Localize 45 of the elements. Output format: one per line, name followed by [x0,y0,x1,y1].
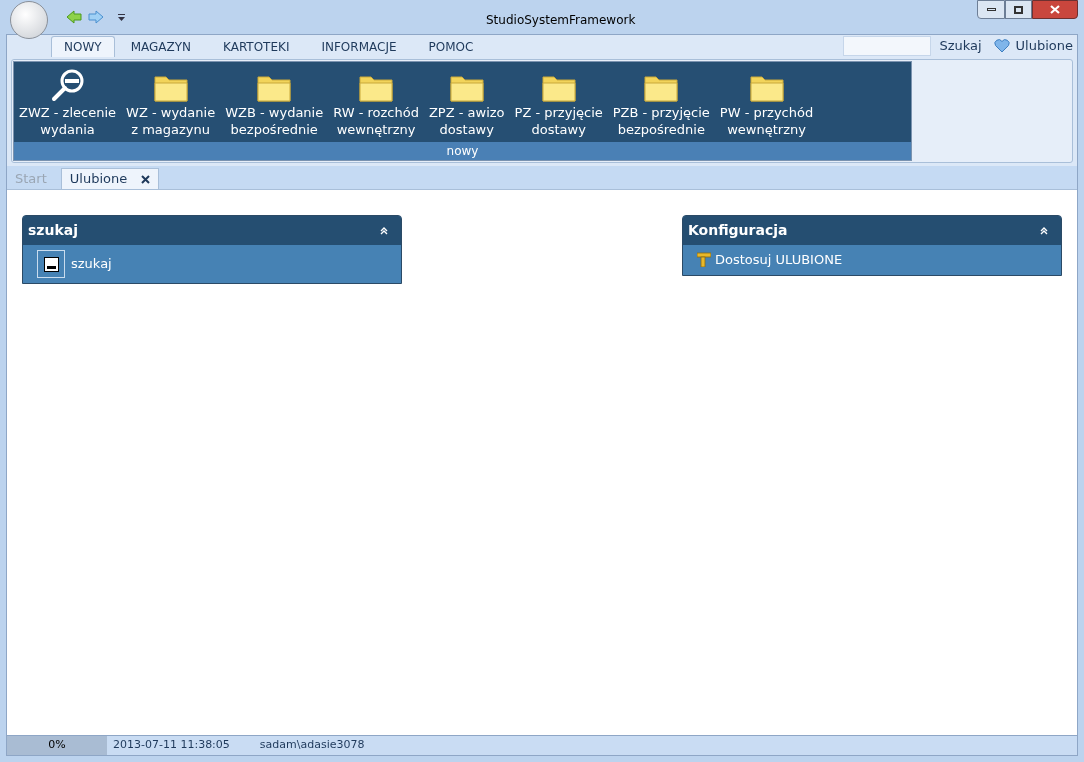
ribbon-button[interactable]: PZ - przyjęcie dostawy [509,62,608,142]
folder-icon [359,74,394,102]
ribbon-tab[interactable]: KARTOTEKI [207,36,306,57]
maximize-button[interactable] [1005,0,1032,19]
heart-icon [993,39,1010,53]
search-button[interactable]: Szukaj [939,36,982,56]
collapse-icon[interactable] [380,226,388,235]
close-icon [1050,5,1060,14]
folder-icon [644,74,679,102]
document-tab[interactable]: Ulubione [60,168,160,189]
folder-icon [449,74,484,102]
close-button[interactable] [1032,0,1078,19]
panel-title: Konfiguracja [688,221,788,240]
panel-title: szukaj [28,221,78,240]
dropdown-icon[interactable] [118,13,125,21]
progress-reading: 0% [48,737,66,754]
ribbon-button[interactable]: ZPZ - awizo dostawy [423,62,510,142]
folder-icon [153,74,188,102]
ribbon-tab[interactable]: POMOC [412,36,490,57]
ribbon-group-label: nowy [14,142,911,160]
ribbon-tab[interactable]: NOWY [51,36,115,57]
status-user: sadam\adasie3078 [259,737,365,754]
folder-icon [749,74,784,102]
square-icon [37,250,65,278]
ribbon-button[interactable]: PZB - przyjęcie bezpośrednie [607,62,715,142]
window-title: StudioSystemFramework [486,12,636,29]
minimize-button[interactable] [977,0,1005,19]
panel-link[interactable]: Dostosuj ULUBIONE [697,250,1047,270]
folder-icon [257,74,292,102]
ribbon-button[interactable]: WZB - wydanie bezpośrednie [220,62,329,142]
ribbon-tab[interactable]: MAGAZYN [114,36,207,57]
folder-icon [541,74,576,102]
ribbon-button[interactable]: PW - przychód wewnętrzny [714,62,819,142]
ribbon-button[interactable]: ZWZ - zlecenie wydania [14,62,122,142]
status-datetime: 2013-07-11 11:38:05 [113,737,230,754]
ribbon-button[interactable]: RW - rozchód wewnętrzny [328,62,424,142]
ribbon-button[interactable]: WZ - wydanie z magazynu [121,62,221,142]
close-icon[interactable] [141,174,151,184]
magnifier-icon [49,68,86,102]
search-field[interactable] [843,36,932,56]
collapse-icon[interactable] [1040,226,1048,235]
app-orb-button[interactable] [10,1,48,39]
favorites-button[interactable]: Ulubione [993,36,1073,56]
panel-link[interactable]: szukaj [37,250,387,278]
ribbon-tab[interactable]: INFORMACJE [305,36,413,57]
